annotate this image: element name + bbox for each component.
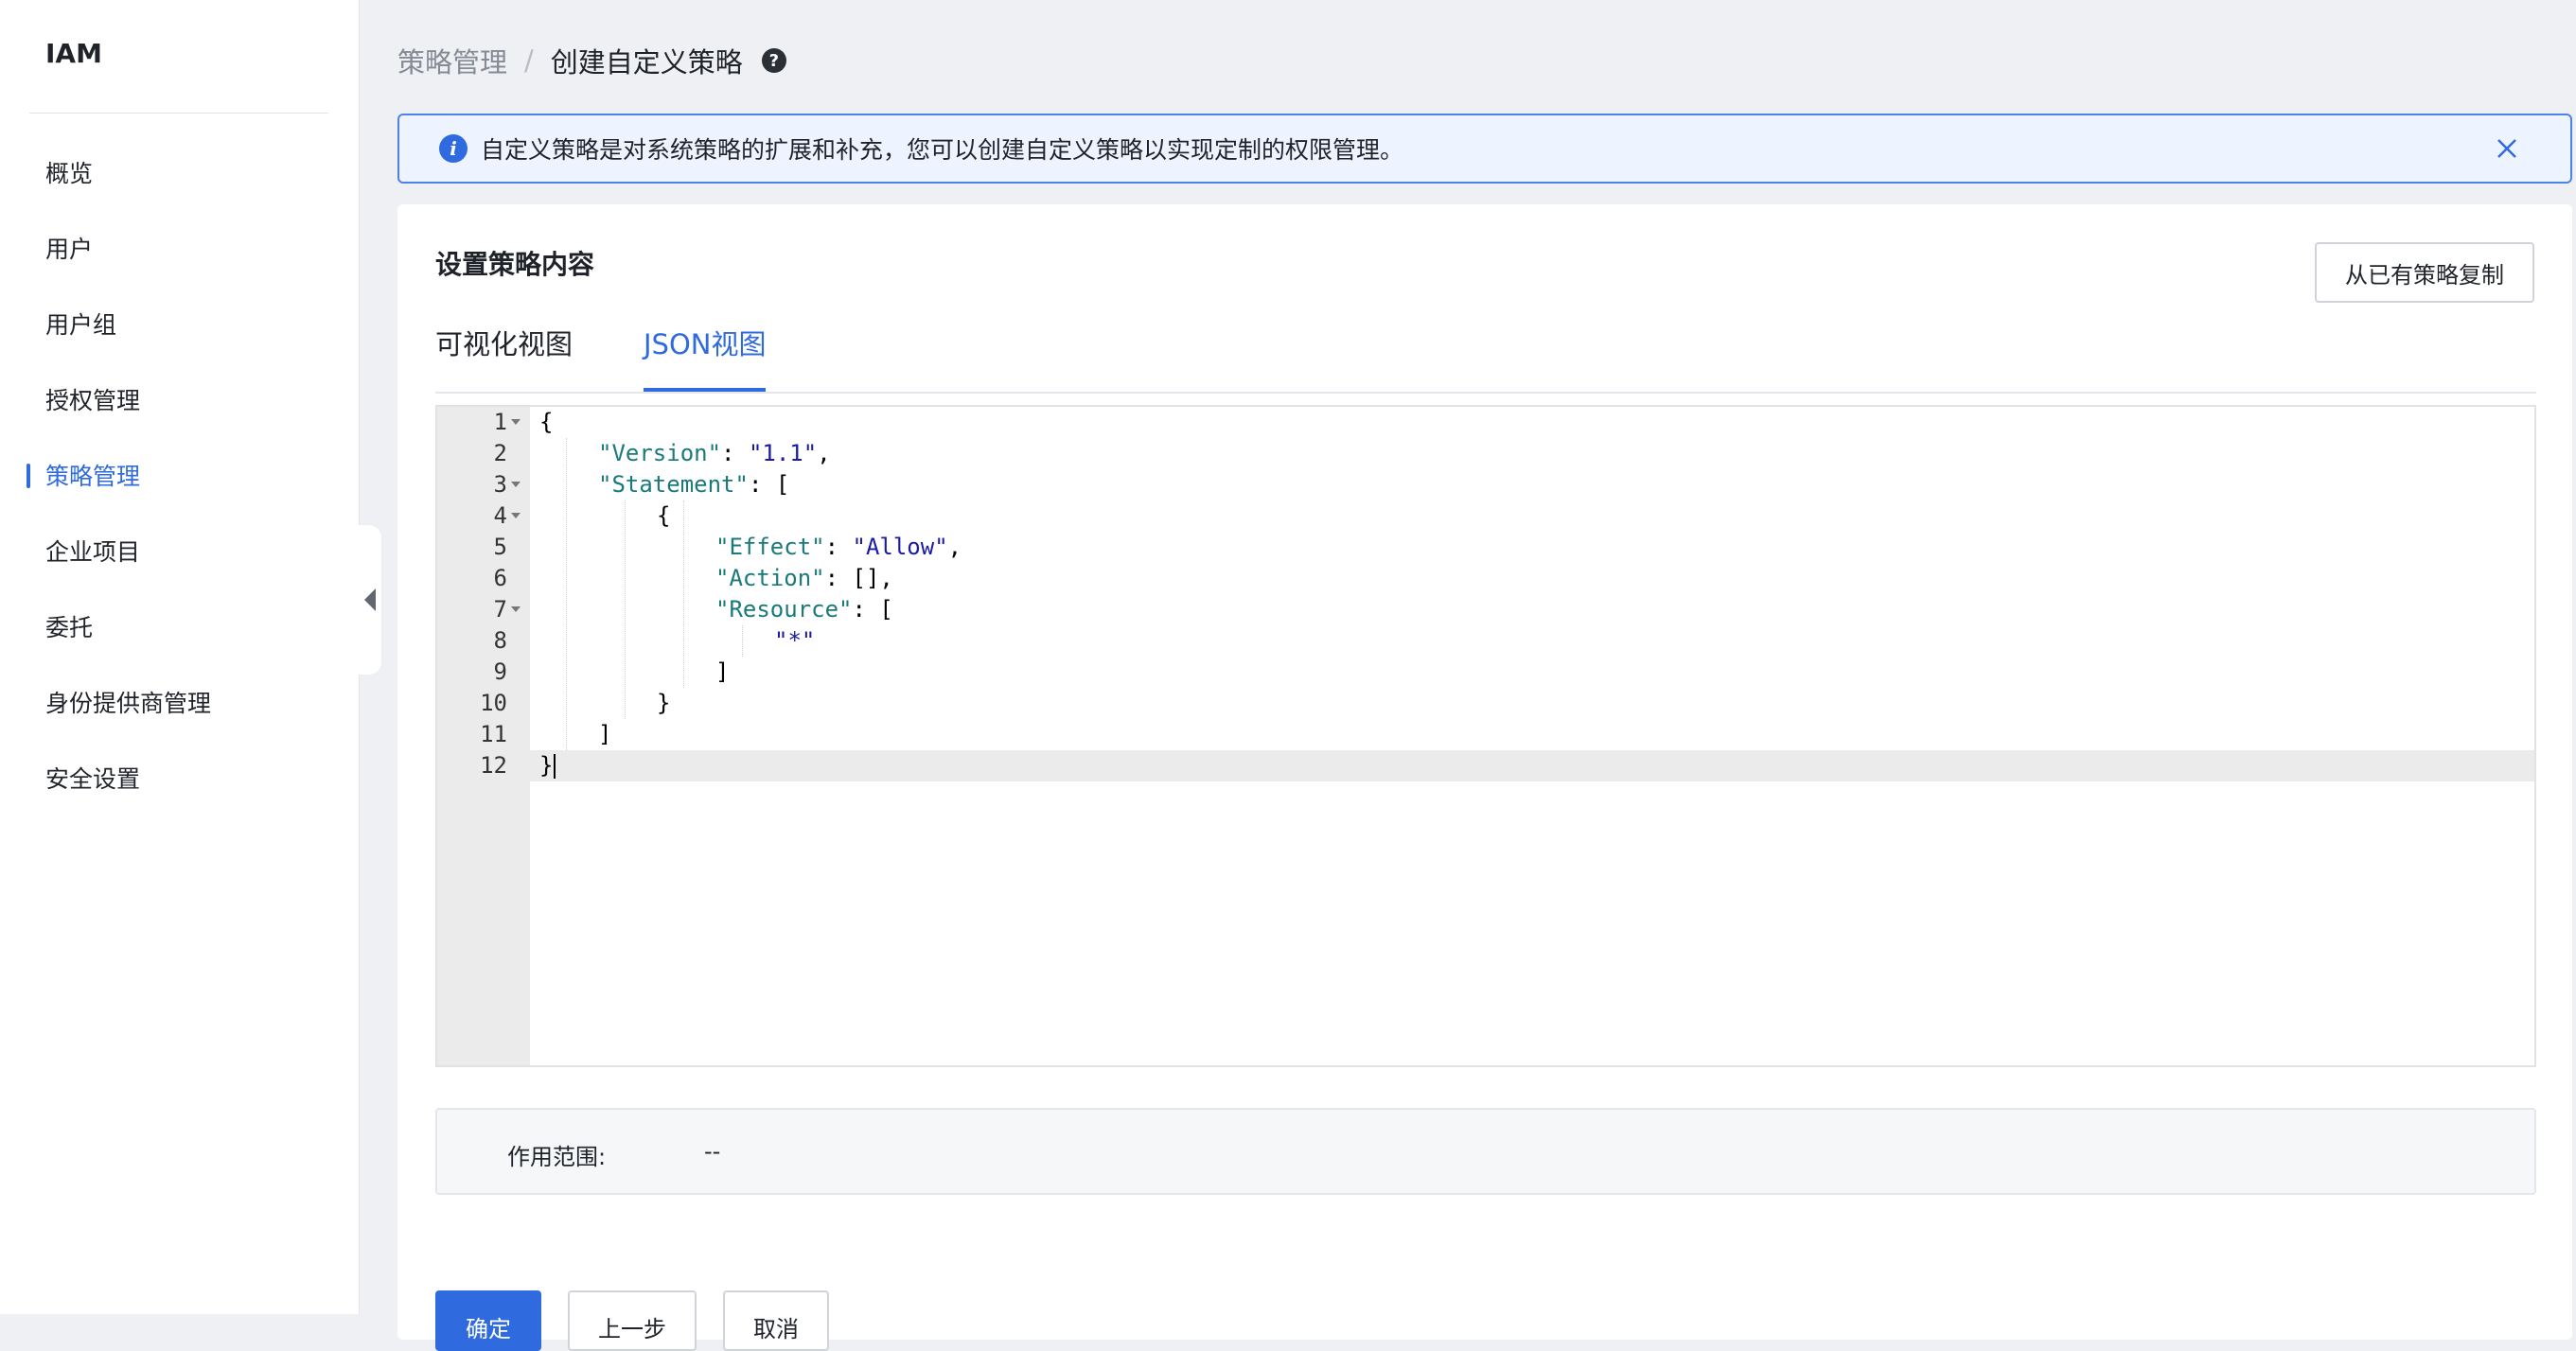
help-icon[interactable]: ? [761,48,786,73]
code-line: 6 "Action": [], [437,563,2534,594]
json-key: "Action" [715,565,825,591]
code-text: { [657,500,670,532]
code-token: "Resource": [ [715,596,893,623]
scope-value: -- [704,1138,721,1165]
line-number: 6 [493,565,507,591]
view-tabs: 可视化视图 JSON视图 [435,316,2536,394]
json-string: "Allow" [852,534,948,560]
code-token: "*" [774,627,815,654]
code-line: 8 "*" [437,625,2534,657]
line-number: 9 [493,658,507,685]
code-line: 9 ] [437,657,2534,688]
scope-label: 作用范围: [507,1144,607,1170]
code-token: ] [598,721,612,747]
alert-message: 自定义策略是对系统策略的扩展和补充，您可以创建自定义策略以实现定制的权限管理。 [481,136,1404,164]
json-string: "1.1" [748,440,818,466]
code-text: "Effect": "Allow", [715,532,962,563]
sidebar-item-users[interactable]: 用户 [0,227,360,303]
line-number: 2 [493,440,507,466]
sidebar-item-overview[interactable]: 概览 [0,151,360,227]
line-number: 11 [480,721,507,747]
code-token: "Effect": "Allow", [715,534,962,560]
fold-toggle-icon[interactable] [511,482,520,487]
code-token: "Action": [], [715,565,893,591]
sidebar-item-user-groups[interactable]: 用户组 [0,303,360,378]
code-token: } [539,752,554,779]
fold-toggle-icon[interactable] [511,513,520,518]
page-title: 创建自定义策略 [550,46,743,79]
code-token: { [539,409,554,435]
json-key: "Statement" [598,471,749,498]
code-token: } [657,690,671,716]
code-line-current: 12 } [437,750,2534,781]
json-key: "Resource" [715,596,853,623]
json-editor[interactable]: 1 { 2 "Version": "1.1", 3 "Statement": [… [435,405,2536,1067]
code-line: 11 ] [437,719,2534,750]
brand-title: IAM [45,38,102,69]
code-text: "Version": "1.1", [598,438,831,469]
fold-toggle-icon[interactable] [511,419,520,425]
code-line: 10 } [437,688,2534,719]
code-text: ] [598,719,611,750]
sidebar-item-enterprise-projects[interactable]: 企业项目 [0,530,360,605]
sidebar-nav: 概览 用户 用户组 授权管理 策略管理 企业项目 委托 身份提供商管理 安全设置 [0,151,360,833]
sidebar-item-security-settings[interactable]: 安全设置 [0,757,360,833]
scope-panel: 作用范围: -- [435,1108,2536,1195]
code-token: "Version": "1.1", [598,440,831,466]
json-key: "Effect" [715,534,825,560]
sidebar-collapse-button[interactable] [358,524,382,676]
json-key: "Version" [598,440,722,466]
section-title: 设置策略内容 [435,249,595,280]
code-token: "Statement": [ [598,471,790,498]
code-token: { [657,502,671,529]
previous-step-button[interactable]: 上一步 [568,1290,697,1351]
code-text: "*" [774,625,815,657]
breadcrumb: 策略管理 / 创建自定义策略 ? [397,42,786,79]
code-text: "Statement": [ [598,469,789,500]
sidebar-item-permissions[interactable]: 授权管理 [0,378,360,454]
line-number: 7 [493,596,507,623]
info-alert: i 自定义策略是对系统策略的扩展和补充，您可以创建自定义策略以实现定制的权限管理… [397,114,2572,184]
code-line: 1 { [437,407,2534,438]
line-number: 1 [493,409,507,435]
code-text: { [539,407,553,438]
cancel-button[interactable]: 取消 [723,1290,829,1351]
code-text: "Resource": [ [715,594,893,625]
fold-toggle-icon[interactable] [511,606,520,612]
breadcrumb-parent-link[interactable]: 策略管理 [397,41,507,80]
tab-json-view[interactable]: JSON视图 [644,316,767,392]
code-text: ] [715,657,729,688]
code-text: } [539,750,556,781]
code-line: 7 "Resource": [ [437,594,2534,625]
code-text: } [657,688,670,719]
close-icon[interactable] [2491,132,2523,165]
text-cursor [554,754,556,779]
code-token: ] [715,658,730,685]
policy-content-card: 设置策略内容 从已有策略复制 可视化视图 JSON视图 1 { 2 "Versi… [397,204,2572,1340]
code-line: 5 "Effect": "Allow", [437,532,2534,563]
info-icon: i [439,134,468,163]
ok-button[interactable]: 确定 [435,1290,541,1351]
line-number: 4 [493,502,507,529]
brand-divider [29,113,328,114]
line-number: 5 [493,534,507,560]
code-line: 2 "Version": "1.1", [437,438,2534,469]
tab-visual-view[interactable]: 可视化视图 [435,316,573,392]
json-string: "*" [774,627,816,654]
code-line: 3 "Statement": [ [437,469,2534,500]
copy-from-existing-policy-button[interactable]: 从已有策略复制 [2315,242,2534,303]
line-number: 12 [480,752,507,779]
sidebar: IAM 概览 用户 用户组 授权管理 策略管理 企业项目 委托 身份提供商管理 … [0,0,360,1314]
sidebar-item-identity-providers[interactable]: 身份提供商管理 [0,681,360,757]
code-line: 4 { [437,500,2534,532]
breadcrumb-separator: / [524,44,534,77]
sidebar-item-agencies[interactable]: 委托 [0,605,360,681]
sidebar-item-policies[interactable]: 策略管理 [0,454,360,530]
code-text: "Action": [], [715,563,893,594]
line-number: 3 [493,471,507,498]
line-number: 8 [493,627,507,654]
caret-left-icon [363,588,376,611]
line-number: 10 [480,690,507,716]
